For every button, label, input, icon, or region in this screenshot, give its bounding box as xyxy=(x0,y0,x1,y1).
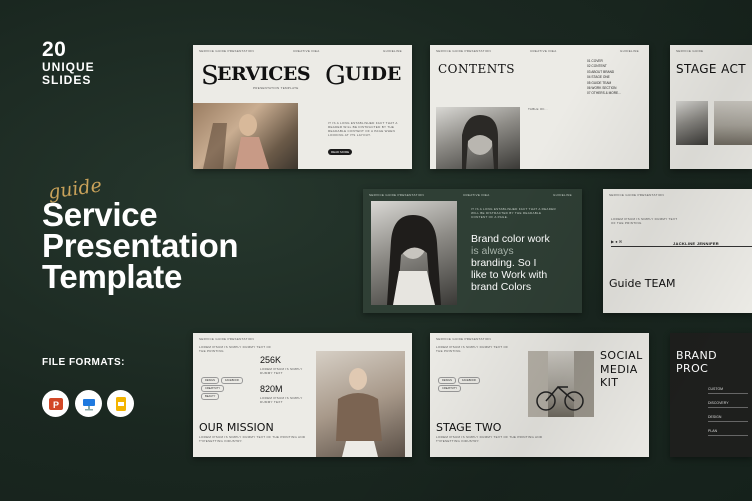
slide-title: CONTENTS xyxy=(438,62,516,76)
tag-pill: BEAUTY xyxy=(201,393,220,400)
slide-title: BRAND PROC xyxy=(676,349,717,375)
tag-pill: CREATIVITY xyxy=(438,385,462,392)
brand-quote: Brand color work is always branding. So … xyxy=(471,233,561,293)
stat-value: 256K xyxy=(260,355,282,365)
slide-header-text: CREATIVE IDEA xyxy=(463,193,490,197)
quote-line: Brand color work xyxy=(471,233,550,245)
file-formats-label: FILE FORMATS: xyxy=(42,357,125,368)
photo-woman-portrait xyxy=(371,201,457,305)
slide-body-text: LOREM IPSUM IS SIMPLY DUMMY TEXT OF THE … xyxy=(436,435,543,443)
decorative-g: G xyxy=(325,61,346,91)
slide-contents[interactable]: SERVICE GUIDE PRESENTATION CREATIVE IDEA… xyxy=(430,45,649,169)
slide-header-text: SERVICE GUIDE xyxy=(676,49,704,53)
photo-woman-sitting xyxy=(316,351,405,457)
slide-title: MEDIA KIT xyxy=(600,363,638,389)
quote-line: brand Colors xyxy=(471,281,532,293)
photo-bicycle xyxy=(528,351,594,417)
slide-header-text: SERVICE GUIDE PRESENTATION xyxy=(199,49,254,53)
slide-brand-quote[interactable]: SERVICE GUIDE PRESENTATION CREATIVE IDEA… xyxy=(363,189,582,313)
process-item: CUSTOM xyxy=(708,387,748,394)
slide-title: Guide TEAM xyxy=(609,277,676,290)
photo-stage-two xyxy=(714,101,752,145)
photo-woman-chair xyxy=(193,103,298,169)
slide-body-text: IT IS A LONG ESTABLISHED FACT THAT A REA… xyxy=(471,207,556,219)
slide-body-text: IT IS A LONG ESTABLISHED FACT THAT A REA… xyxy=(328,121,398,137)
hero-title-line: Template xyxy=(42,258,183,295)
contents-caption: TABLE OF... xyxy=(528,107,548,111)
photo-portrait-woman xyxy=(436,107,520,169)
slide-body-text: LOREM IPSUM IS SIMPLY DUMMY TEXT OF THE … xyxy=(436,345,509,353)
slide-social-media-kit[interactable]: SERVICE GUIDE PRESENTATION LOREM IPSUM I… xyxy=(430,333,649,457)
process-item: DESIGN xyxy=(708,415,748,422)
svg-text:P: P xyxy=(52,400,58,410)
slide-title: SOCIAL xyxy=(600,349,643,362)
quote-line: branding. So I xyxy=(471,257,537,269)
slide-header-text: SERVICE GUIDE PRESENTATION xyxy=(436,49,491,53)
slide-services-guide[interactable]: SERVICE GUIDE PRESENTATION CREATIVE IDEA… xyxy=(193,45,412,169)
slide-title: STAGE ACT xyxy=(676,62,747,76)
read-more-button[interactable]: READ MORE xyxy=(328,149,353,155)
tag-pill: FACEBOOK xyxy=(221,377,244,384)
slide-subtitle: PRESENTATION TEMPLATE xyxy=(253,86,299,90)
stat-value: 820M xyxy=(260,384,283,394)
slide-our-mission[interactable]: SERVICE GUIDE PRESENTATION LOREM IPSUM I… xyxy=(193,333,412,457)
slide-brand-process[interactable]: BRAND PROC CUSTOM DISCOVERY DESIGN PLAN xyxy=(670,333,752,457)
slide-header-text: SERVICE GUIDE PRESENTATION xyxy=(609,193,664,197)
slide-body-text: LOREM IPSUM IS SIMPLY DUMMY TEXT OF THE … xyxy=(199,435,306,443)
slide-header-text: SERVICE GUIDE PRESENTATION xyxy=(199,337,254,341)
quote-line: is always xyxy=(471,245,514,257)
stat-caption: LOREM IPSUM IS SIMPLY DUMMY TEXT xyxy=(260,367,303,375)
list-item: 07 OTHERS & MORE... xyxy=(587,91,621,96)
social-icons: ▶ ● ✉ xyxy=(611,239,623,244)
powerpoint-icon: P xyxy=(42,390,69,417)
team-member-name: JACKLINE JENNIFER xyxy=(673,241,719,246)
slide-title: UIDE xyxy=(345,63,402,85)
slide-header-text: CREATIVE IDEA xyxy=(293,49,320,53)
tag-pill: DESIGN xyxy=(201,377,219,384)
hero-title-line: Service xyxy=(42,196,158,233)
photo-stage-one xyxy=(676,101,708,145)
hero-title-line: Presentation xyxy=(42,227,239,264)
slide-count: 20 xyxy=(42,38,67,61)
table-of-contents: 01 COVER 02 CONTENT 03 ABOUT BRAND 04 ST… xyxy=(587,59,621,97)
keynote-icon xyxy=(75,390,102,417)
slide-body-text: LOREM IPSUM IS SIMPLY DUMMY TEXT OF THE … xyxy=(199,345,272,353)
google-slides-icon xyxy=(107,390,134,417)
hero-title: Service Presentation Template xyxy=(42,196,322,295)
slide-body-text: LOREM IPSUM IS SIMPLY DUMMY TEXT OF THE … xyxy=(611,217,678,225)
divider xyxy=(611,246,752,247)
stat-caption: LOREM IPSUM IS SIMPLY DUMMY TEXT xyxy=(260,396,303,404)
quote-line: like to Work with xyxy=(471,269,548,281)
slide-header-text: CREATIVE IDEA xyxy=(530,49,557,53)
tag-pill: CREATIVITY xyxy=(201,385,225,392)
tag-pill: DESIGN xyxy=(438,377,456,384)
slide-stage-action[interactable]: SERVICE GUIDE STAGE ACT xyxy=(670,45,752,169)
process-item: PLAN xyxy=(708,429,748,436)
slide-subtitle: STAGE TWO xyxy=(436,421,502,434)
slide-title: OUR MISSION xyxy=(199,421,274,434)
slide-header-text: GUIDELINE xyxy=(553,193,572,197)
process-item: DISCOVERY xyxy=(708,401,748,408)
slide-count-label: UNIQUE SLIDES xyxy=(42,60,95,87)
slide-header-text: SERVICE GUIDE PRESENTATION xyxy=(369,193,424,197)
tag-pill: FACEBOOK xyxy=(458,377,481,384)
slide-header-text: SERVICE GUIDE PRESENTATION xyxy=(436,337,491,341)
slide-title: ERVICES xyxy=(217,63,311,85)
slide-guide-team[interactable]: SERVICE GUIDE PRESENTATION LOREM IPSUM I… xyxy=(603,189,752,313)
slide-header-text: GUIDELINE xyxy=(620,49,639,53)
slide-header-text: GUIDELINE xyxy=(383,49,402,53)
